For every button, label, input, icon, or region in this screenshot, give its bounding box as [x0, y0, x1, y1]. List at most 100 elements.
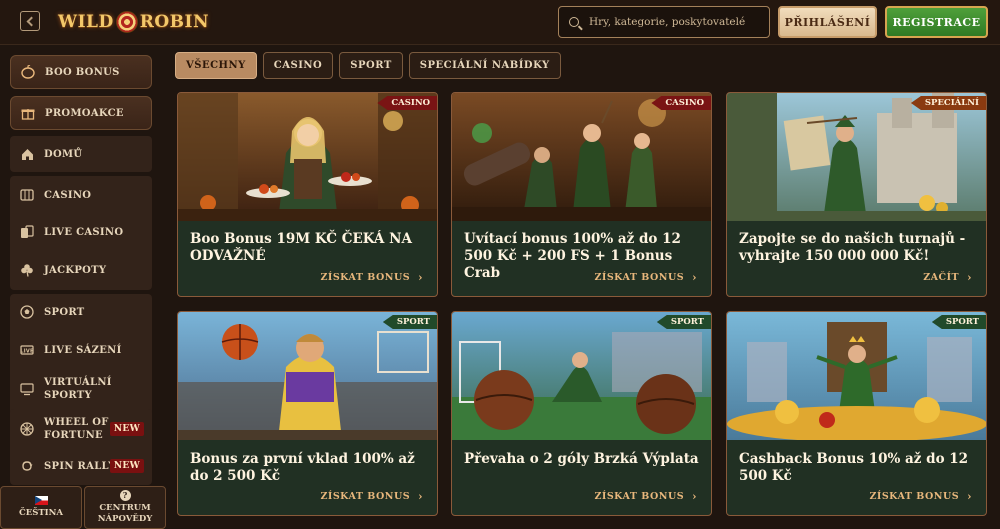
sidebar-item-label: DOMŮ	[44, 148, 83, 160]
tab-sport[interactable]: SPORT	[339, 52, 403, 79]
promo-title: Boo Bonus 19M KČ ČEKÁ NA ODVAŽNÉ	[190, 231, 412, 264]
cta-label: ZÍSKAT BONUS	[320, 272, 411, 283]
promo-image-two-goals	[452, 312, 711, 440]
help-icon: ?	[119, 490, 131, 501]
cards-icon	[20, 225, 34, 239]
pumpkin-icon	[21, 65, 35, 79]
chevron-right-icon: ›	[967, 271, 972, 284]
tab-all[interactable]: VŠECHNY	[175, 52, 257, 79]
clover-icon	[20, 263, 34, 277]
sidebar-item-label: LIVE SÁZENÍ	[44, 344, 122, 356]
sidebar-item-sport[interactable]: SPORT	[10, 295, 152, 329]
sidebar-item-label: VIRTUÁLNÍ SPORTY	[44, 376, 112, 402]
cta-label: ZÍSKAT BONUS	[320, 491, 411, 502]
promo-image-cashback	[727, 312, 986, 440]
sidebar-item-label: WHEEL OF FORTUNE	[44, 416, 109, 442]
label-line-1: WHEEL OF	[44, 417, 109, 428]
logo-text-right: ROBIN	[139, 12, 210, 32]
logo-text-left: WILD	[58, 12, 114, 32]
tab-casino[interactable]: CASINO	[262, 52, 334, 79]
promo-card-first-deposit[interactable]: SPORT Bonus za první vklad 100% až do 2 …	[177, 311, 438, 516]
language-selector[interactable]: ČEŠTINA	[0, 486, 82, 529]
new-badge: NEW	[109, 422, 144, 436]
promo-card-boo-bonus[interactable]: CASINO Boo Bonus 19M KČ ČEKÁ NA ODVAŽNÉ …	[177, 92, 438, 297]
login-button[interactable]: PŘIHLÁŠENÍ	[778, 6, 877, 38]
get-bonus-link[interactable]: ZÍSKAT BONUS ›	[320, 271, 423, 284]
get-bonus-link[interactable]: ZÍSKAT BONUS ›	[594, 490, 697, 503]
sidebar-item-label: SPORT	[44, 306, 85, 318]
help-center-button[interactable]: ? CENTRUM NÁPOVĚDY	[84, 486, 166, 529]
cta-label: ZAČÍT	[923, 272, 960, 283]
category-ribbon: CASINO	[651, 96, 711, 110]
chevron-right-icon: ›	[692, 490, 697, 503]
sidebar: BOO BONUS PROMOAKCE DOMŮ CASINO LIVE CAS…	[0, 45, 166, 529]
search-icon	[569, 17, 579, 27]
virtual-icon	[20, 382, 34, 396]
czech-flag-icon	[34, 496, 48, 505]
sidebar-item-live-betting[interactable]: LIVE LIVE SÁZENÍ	[10, 333, 152, 367]
search-input[interactable]	[589, 16, 759, 28]
sidebar-item-label: LIVE CASINO	[44, 226, 124, 238]
live-icon: LIVE	[20, 343, 34, 357]
svg-text:LIVE: LIVE	[20, 349, 34, 355]
sidebar-item-live-casino[interactable]: LIVE CASINO	[10, 215, 152, 249]
tab-special-offers[interactable]: SPECIÁLNÍ NABÍDKY	[408, 52, 561, 79]
sidebar-item-label: CASINO	[44, 189, 92, 201]
cta-label: ZÍSKAT BONUS	[594, 491, 685, 502]
sidebar-item-label: PROMOAKCE	[45, 107, 124, 119]
language-label: ČEŠTINA	[18, 508, 64, 518]
promo-title: Zapojte se do našich turnajů - vyhrajte …	[739, 231, 966, 264]
sidebar-item-wheel-of-fortune[interactable]: WHEEL OF FORTUNE NEW	[10, 411, 152, 447]
sidebar-item-jackpoty[interactable]: JACKPOTY	[10, 253, 152, 287]
promo-card-tournaments[interactable]: SPECIÁLNÍ Zapojte se do našich turnajů -…	[726, 92, 987, 297]
category-ribbon: SPORT	[656, 315, 711, 329]
slot-icon	[20, 188, 34, 202]
chevron-right-icon: ›	[418, 490, 423, 503]
spin-icon	[20, 459, 34, 473]
promo-card-two-goals[interactable]: SPORT Převaha o 2 góly Brzká Výplata ZÍS…	[451, 311, 712, 516]
logo[interactable]: WILD ROBIN	[58, 8, 209, 36]
promo-title: Cashback Bonus 10% až do 12 500 Kč	[739, 451, 969, 484]
get-bonus-link[interactable]: ZÍSKAT BONUS ›	[869, 490, 972, 503]
promo-image-first-deposit	[178, 312, 437, 440]
promo-title: Bonus za první vklad 100% až do 2 500 Kč	[190, 451, 415, 484]
category-ribbon: SPORT	[931, 315, 986, 329]
label-line-1: VIRTUÁLNÍ	[44, 377, 112, 388]
sidebar-item-label: BOO BONUS	[45, 66, 120, 78]
home-icon	[20, 147, 34, 161]
top-header: WILD ROBIN PŘIHLÁŠENÍ REGISTRACE	[0, 0, 1000, 45]
football-icon	[20, 305, 34, 319]
promo-card-welcome-bonus[interactable]: CASINO Uvítací bonus 100% až do 12 500 K…	[451, 92, 712, 297]
promo-image-welcome-bonus	[452, 93, 711, 221]
sidebar-item-boo-bonus[interactable]: BOO BONUS	[10, 55, 152, 89]
search-box[interactable]	[558, 6, 770, 38]
category-ribbon: CASINO	[377, 96, 437, 110]
sidebar-item-virtual-sports[interactable]: VIRTUÁLNÍ SPORTY	[10, 371, 152, 407]
chevron-right-icon: ›	[967, 490, 972, 503]
get-bonus-link[interactable]: ZÍSKAT BONUS ›	[594, 271, 697, 284]
get-bonus-link[interactable]: ZÍSKAT BONUS ›	[320, 490, 423, 503]
category-ribbon: SPECIÁLNÍ	[910, 96, 986, 110]
register-button[interactable]: REGISTRACE	[885, 6, 988, 38]
sidebar-toggle-icon[interactable]	[20, 11, 40, 31]
sidebar-item-label: SPIN RALLY	[44, 460, 116, 472]
promo-image-tournaments	[727, 93, 986, 221]
wheel-icon	[20, 422, 34, 436]
new-badge: NEW	[109, 459, 144, 473]
cta-label: ZÍSKAT BONUS	[594, 272, 685, 283]
label-line-2: SPORTY	[44, 390, 92, 401]
sidebar-item-promoakce[interactable]: PROMOAKCE	[10, 96, 152, 130]
sidebar-item-home[interactable]: DOMŮ	[10, 136, 152, 172]
start-link[interactable]: ZAČÍT ›	[923, 271, 972, 284]
promo-card-cashback[interactable]: SPORT Cashback Bonus 10% až do 12 500 Kč…	[726, 311, 987, 516]
gift-icon	[21, 106, 35, 120]
sidebar-item-spin-rally[interactable]: SPIN RALLY NEW	[10, 449, 152, 483]
promo-title: Převaha o 2 góly Brzká Výplata	[464, 451, 699, 467]
label-line-2: FORTUNE	[44, 430, 103, 441]
help-label-line-2: NÁPOVĚDY	[97, 514, 153, 524]
sidebar-item-casino[interactable]: CASINO	[10, 178, 152, 212]
promo-image-boo-bonus	[178, 93, 437, 221]
target-icon	[115, 11, 138, 33]
chevron-right-icon: ›	[692, 271, 697, 284]
cta-label: ZÍSKAT BONUS	[869, 491, 960, 502]
